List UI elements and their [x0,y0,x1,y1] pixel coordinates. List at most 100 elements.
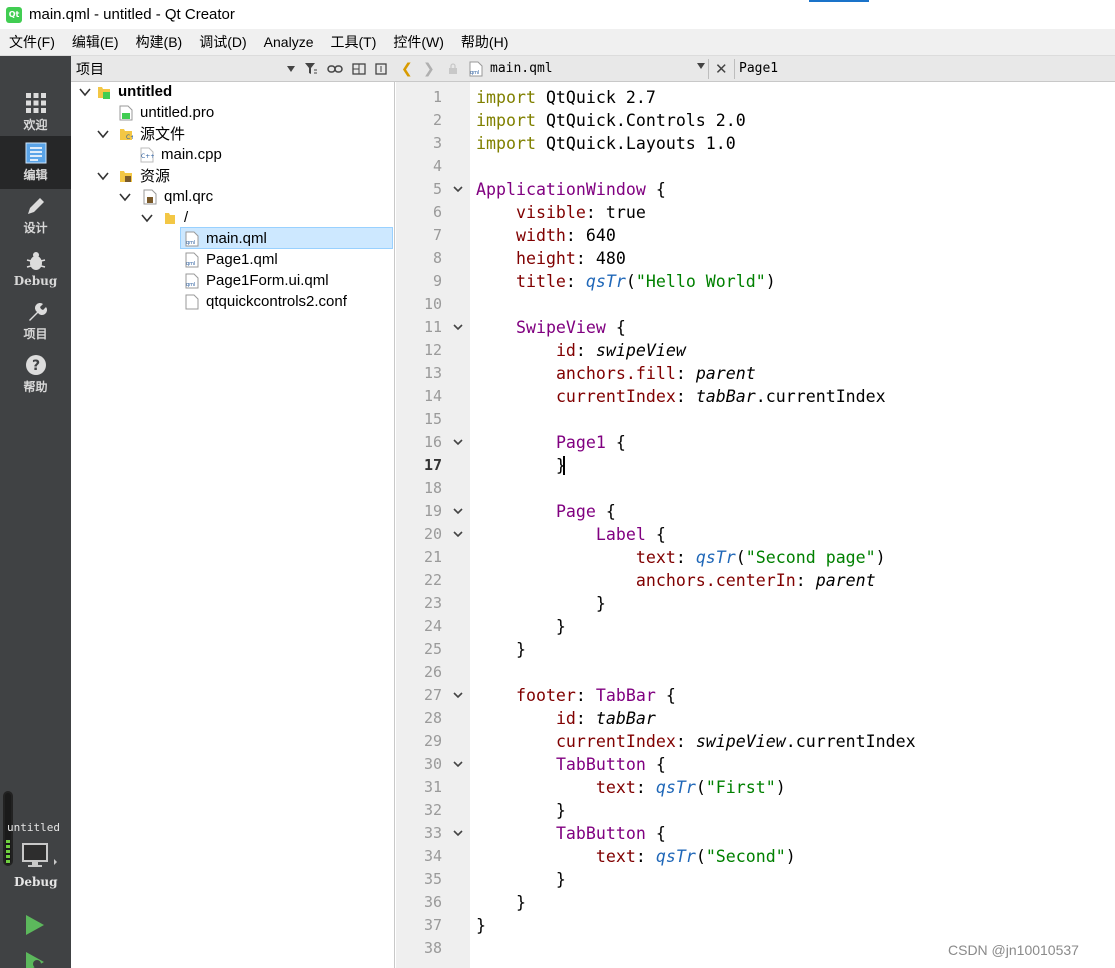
line-number: 35 [423,870,442,888]
code-line[interactable]: text: qsTr("Second page") [476,546,886,569]
code-line[interactable]: TabButton { [476,753,666,776]
code-line[interactable]: ApplicationWindow { [476,178,666,201]
code-line[interactable]: import QtQuick.Controls 2.0 [476,109,746,132]
tree-item-untitled[interactable]: untitled [79,81,172,102]
chevron-down-icon[interactable] [119,191,131,203]
menu-file[interactable]: 文件(F) [0,29,63,56]
tree-item-page1form-qml[interactable]: qml Page1Form.ui.qml [185,270,329,291]
tree-item-qml-qrc[interactable]: qml.qrc [119,186,213,207]
line-number: 16 [423,433,442,451]
kit-selector[interactable]: untitled Debug [0,791,71,968]
fold-chevron-icon[interactable] [452,321,464,333]
line-number: 9 [432,272,442,290]
menu-debug[interactable]: 调试(D) [190,29,254,56]
menu-window[interactable]: 控件(W) [384,29,452,56]
close-pane-icon[interactable] [375,63,387,75]
code-line[interactable]: height: 480 [476,247,626,270]
code-line[interactable]: } [476,799,566,822]
chevron-down-icon[interactable] [79,86,91,98]
code-line[interactable]: id: tabBar [476,707,656,730]
fold-chevron-icon[interactable] [452,183,464,195]
code-line[interactable]: } [476,638,526,661]
code-line[interactable]: currentIndex: swipeView.currentIndex [476,730,916,753]
code-line[interactable]: visible: true [476,201,646,224]
menu-build[interactable]: 构建(B) [127,29,191,56]
code-line[interactable]: import QtQuick.Layouts 1.0 [476,132,736,155]
code-line[interactable]: SwipeView { [476,316,626,339]
code-line[interactable]: } [476,454,566,477]
tree-item-sources[interactable]: C++ 源文件 [97,123,185,144]
document-selector[interactable]: main.qml [490,61,553,76]
tree-item-main-qml[interactable]: qml main.qml [185,228,267,249]
code-line[interactable]: footer: TabBar { [476,684,676,707]
mode-welcome[interactable]: 欢迎 [0,86,71,139]
mode-help[interactable]: ? 帮助 [0,348,71,401]
split-icon[interactable] [352,62,366,76]
filter-icon[interactable] [304,62,318,76]
code-line[interactable]: id: swipeView [476,339,686,362]
code-line[interactable]: } [476,891,526,914]
code-line[interactable]: import QtQuick 2.7 [476,86,656,109]
fold-chevron-icon[interactable] [452,689,464,701]
tree-item-untitled-pro[interactable]: untitled.pro [119,102,214,123]
code-line[interactable]: Page { [476,500,616,523]
run-debug-icon[interactable] [25,951,45,968]
code-line[interactable]: } [476,615,566,638]
line-number: 6 [432,203,442,221]
mode-edit[interactable]: 编辑 [0,136,71,189]
pro-file-icon [119,105,133,121]
mode-projects[interactable]: 项目 [0,295,71,348]
project-folder-icon [97,84,111,100]
code-line[interactable]: Label { [476,523,666,546]
document-dropdown-icon[interactable] [697,63,705,69]
menu-edit[interactable]: 编辑(E) [63,29,127,56]
mode-design[interactable]: 设计 [0,189,71,242]
tree-item-main-cpp[interactable]: C++ main.cpp [140,144,222,165]
fold-chevron-icon[interactable] [452,758,464,770]
tree-item-resources[interactable]: 资源 [97,165,170,186]
kit-build-config: Debug [14,875,58,889]
code-line[interactable]: width: 640 [476,224,616,247]
menu-tools[interactable]: 工具(T) [321,29,384,56]
code-line[interactable]: text: qsTr("Second") [476,845,796,868]
code-line[interactable]: anchors.centerIn: parent [476,569,876,592]
navigate-forward-icon[interactable]: ❯ [423,61,435,77]
tree-item-conf[interactable]: qtquickcontrols2.conf [185,291,347,312]
fold-chevron-icon[interactable] [452,505,464,517]
kit-project-name: untitled [7,821,60,834]
code-line[interactable]: anchors.fill: parent [476,362,756,385]
link-icon[interactable] [327,64,343,74]
chevron-down-icon[interactable] [141,212,153,224]
tree-item-page1-qml[interactable]: qml Page1.qml [185,249,278,270]
fold-chevron-icon[interactable] [452,436,464,448]
resource-folder-icon [119,168,133,184]
line-number: 38 [423,939,442,957]
menu-analyze[interactable]: Analyze [255,29,322,56]
fold-chevron-icon[interactable] [452,528,464,540]
mode-debug[interactable]: Debug [0,242,71,295]
tree-item-label: qml.qrc [164,188,214,205]
close-document-icon[interactable]: ✕ [715,60,728,78]
code-line[interactable]: title: qsTr("Hello World") [476,270,776,293]
line-number: 15 [423,410,442,428]
line-number: 23 [423,594,442,612]
code-line[interactable]: } [476,592,606,615]
tree-item-root-prefix[interactable]: / [141,207,188,228]
code-line[interactable]: currentIndex: tabBar.currentIndex [476,385,886,408]
view-dropdown-icon[interactable] [287,66,295,72]
code-line[interactable]: TabButton { [476,822,666,845]
navigate-back-icon[interactable]: ❮ [401,61,413,77]
chevron-down-icon[interactable] [97,170,109,182]
line-number: 11 [423,318,442,336]
menu-help[interactable]: 帮助(H) [452,29,516,56]
run-icon[interactable] [25,914,45,936]
code-line[interactable]: text: qsTr("First") [476,776,786,799]
chevron-down-icon[interactable] [97,128,109,140]
code-line[interactable]: } [476,868,566,891]
fold-chevron-icon[interactable] [452,827,464,839]
line-number: 26 [423,663,442,681]
code-line[interactable]: Page1 { [476,431,626,454]
code-line[interactable]: } [476,914,486,937]
qml-file-icon: qml [185,273,199,289]
symbol-selector[interactable]: Page1 [739,61,778,76]
